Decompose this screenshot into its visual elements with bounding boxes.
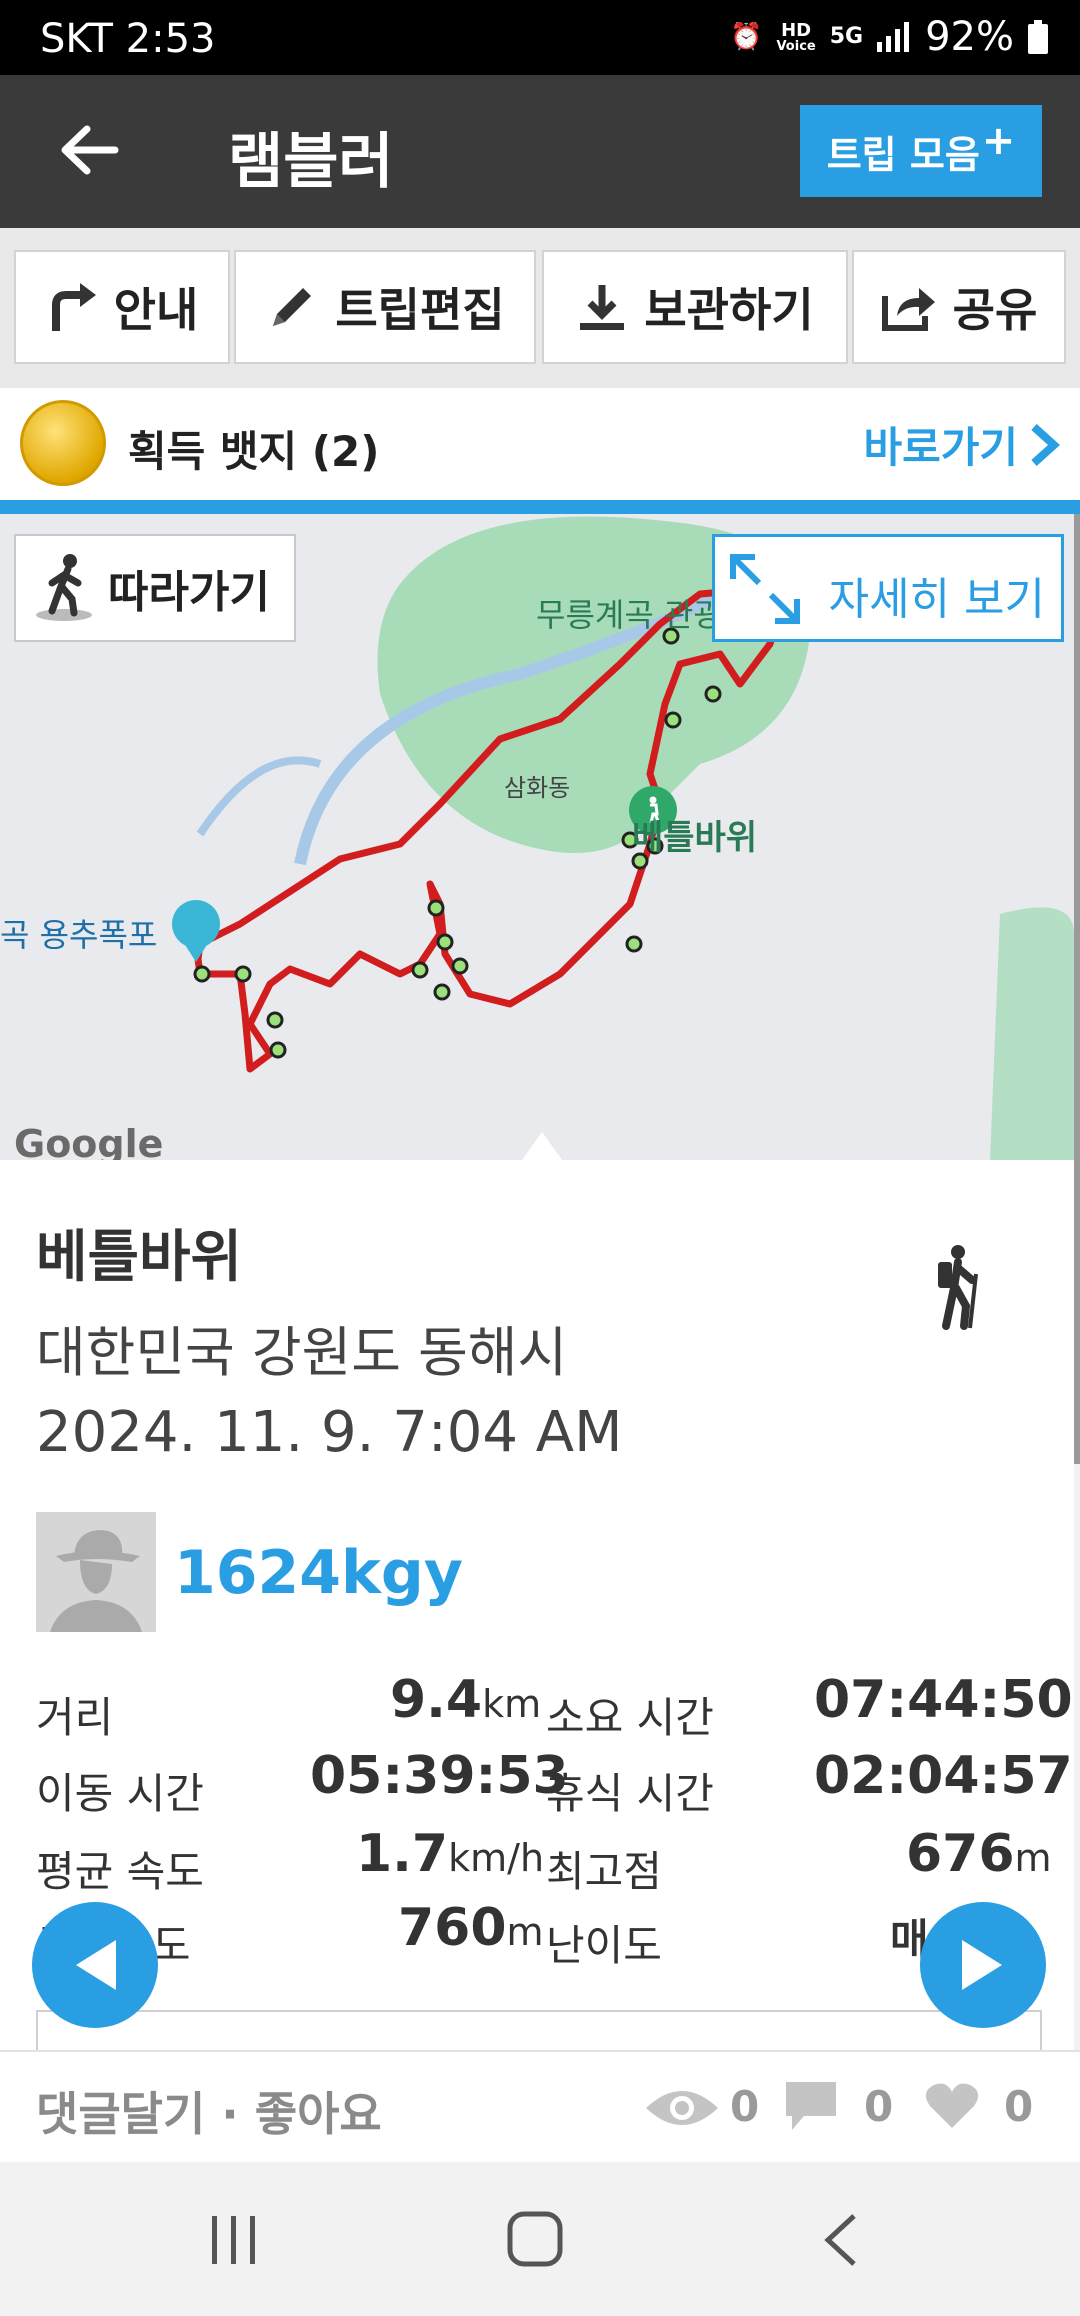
back-nav-icon[interactable] <box>820 2212 860 2268</box>
user-avatar[interactable] <box>36 1512 156 1632</box>
guide-button[interactable]: 안내 <box>14 250 230 364</box>
home-icon[interactable] <box>506 2210 564 2268</box>
save-button[interactable]: 보관하기 <box>542 250 848 364</box>
trip-datetime: 2024. 11. 9. 7:04 AM <box>36 1400 623 1465</box>
chevron-right-icon <box>1031 423 1060 466</box>
guide-label: 안내 <box>113 283 199 337</box>
medal-icon <box>20 400 106 486</box>
recent-apps-icon[interactable] <box>206 2214 262 2266</box>
like-count: 0 <box>1004 2082 1034 2131</box>
save-label: 보관하기 <box>644 283 814 337</box>
system-navigation-bar <box>0 2162 1080 2316</box>
trip-info-panel: 베틀바위 대한민국 강원도 동해시 2024. 11. 9. 7:04 AM 1… <box>0 1160 1074 2050</box>
eye-icon <box>646 2091 718 2125</box>
status-bar: SKT 2:53 ⏰ HD Voice 5G 92% <box>0 0 1080 75</box>
signal-icon <box>877 22 910 52</box>
expand-icon <box>730 554 800 624</box>
view-count: 0 <box>730 2082 760 2131</box>
avatar-silhouette-icon <box>36 1512 156 1632</box>
share-icon <box>881 288 935 331</box>
badge-bar: 획득 뱃지 (2) 바로가기 <box>0 388 1080 500</box>
network-5g-icon: 5G <box>829 24 864 49</box>
avg-speed-label: 평균 속도 <box>36 1847 204 1896</box>
edit-trip-button[interactable]: 트립편집 <box>234 250 536 364</box>
hd-voice-icon: HD Voice <box>776 19 816 54</box>
distance-label: 거리 <box>36 1693 114 1742</box>
distance-stat: 9.4km <box>390 1670 542 1730</box>
follow-label: 따라가기 <box>108 567 270 618</box>
difficulty-label: 난이도 <box>546 1921 662 1970</box>
content-frame <box>36 2010 1042 2050</box>
pencil-icon <box>273 288 312 326</box>
edit-trip-label: 트립편집 <box>335 283 505 337</box>
app-title: 램블러 <box>228 127 394 197</box>
app-bar: 램블러 트립 모음 + <box>0 75 1080 228</box>
comment-count: 0 <box>864 2082 894 2131</box>
badge-count-label: 획득 뱃지 (2) <box>128 427 380 476</box>
comment-icon <box>786 2082 836 2130</box>
google-logo: Google <box>14 1122 164 1160</box>
rest-time-value: 02:04:57 <box>814 1746 1073 1806</box>
comment-like-link[interactable]: 댓글달기 · 좋아요 <box>36 2078 382 2144</box>
moving-time-label: 이동 시간 <box>36 1769 204 1818</box>
map-label-village: 삼화동 <box>504 774 571 802</box>
play-left-icon <box>76 1940 116 1990</box>
duration-value: 07:44:50 <box>814 1670 1073 1730</box>
map-label-rock: 베틀바위 <box>632 818 758 858</box>
play-right-icon <box>962 1940 1002 1990</box>
rest-time-label: 휴식 시간 <box>546 1769 714 1818</box>
max-altitude-label: 최고점 <box>546 1847 662 1896</box>
hiking-icon <box>938 1245 978 1330</box>
moving-time-value: 05:39:53 <box>310 1746 569 1806</box>
duration-label: 소요 시간 <box>546 1693 714 1742</box>
detail-view-button[interactable]: 자세히 보기 <box>712 534 1064 642</box>
previous-trip-button[interactable] <box>32 1902 158 2028</box>
detail-view-label: 자세히 보기 <box>828 574 1045 625</box>
max-altitude-stat: 676m <box>906 1824 1052 1884</box>
user-name-link[interactable]: 1624kgy <box>174 1538 463 1608</box>
map-label-waterfall: 곡 용추폭포 <box>0 916 158 954</box>
map-label-valley: 무릉계곡 관광 <box>536 596 723 634</box>
badge-goto-label: 바로가기 <box>863 423 1018 472</box>
panel-pointer <box>522 1132 562 1160</box>
route-map[interactable]: 베틀바위 무릉계곡 관광 삼화동 곡 용추폭포 따라가기 자세히 보기 Goog… <box>0 514 1074 1160</box>
alarm-icon: ⏰ <box>730 22 763 52</box>
action-toolbar: 안내 트립편집 보관하기 공유 <box>0 228 1080 388</box>
trip-name: 베틀바위 <box>36 1225 243 1290</box>
next-trip-button[interactable] <box>920 1902 1046 2028</box>
badge-goto-link[interactable]: 바로가기 <box>863 414 1060 475</box>
map-top-border <box>0 500 1080 514</box>
follow-button[interactable]: 따라가기 <box>14 534 296 642</box>
comment-bar: 댓글달기 · 좋아요 0 0 0 <box>0 2050 1080 2162</box>
battery-percent: 92% <box>925 14 1014 60</box>
walking-person-icon <box>36 554 92 621</box>
download-icon <box>580 285 625 330</box>
battery-icon <box>1028 20 1048 54</box>
elevation-gain-stat: 760m <box>398 1898 544 1958</box>
status-icons: ⏰ HD Voice 5G 92% <box>730 14 1048 60</box>
plus-icon: + <box>981 118 1016 164</box>
avg-speed-stat: 1.7km/h <box>356 1824 545 1884</box>
status-time: SKT 2:53 <box>40 16 216 62</box>
turn-right-icon <box>51 283 96 331</box>
back-arrow-icon[interactable] <box>55 115 125 185</box>
trip-collection-label: 트립 모음 <box>826 132 980 177</box>
share-button[interactable]: 공유 <box>852 250 1066 364</box>
heart-icon <box>925 2083 979 2128</box>
scrollbar-thumb[interactable] <box>1074 514 1080 1464</box>
trip-location: 대한민국 강원도 동해시 <box>36 1321 568 1384</box>
share-label: 공유 <box>952 283 1038 337</box>
trip-collection-button[interactable]: 트립 모음 + <box>800 105 1042 197</box>
